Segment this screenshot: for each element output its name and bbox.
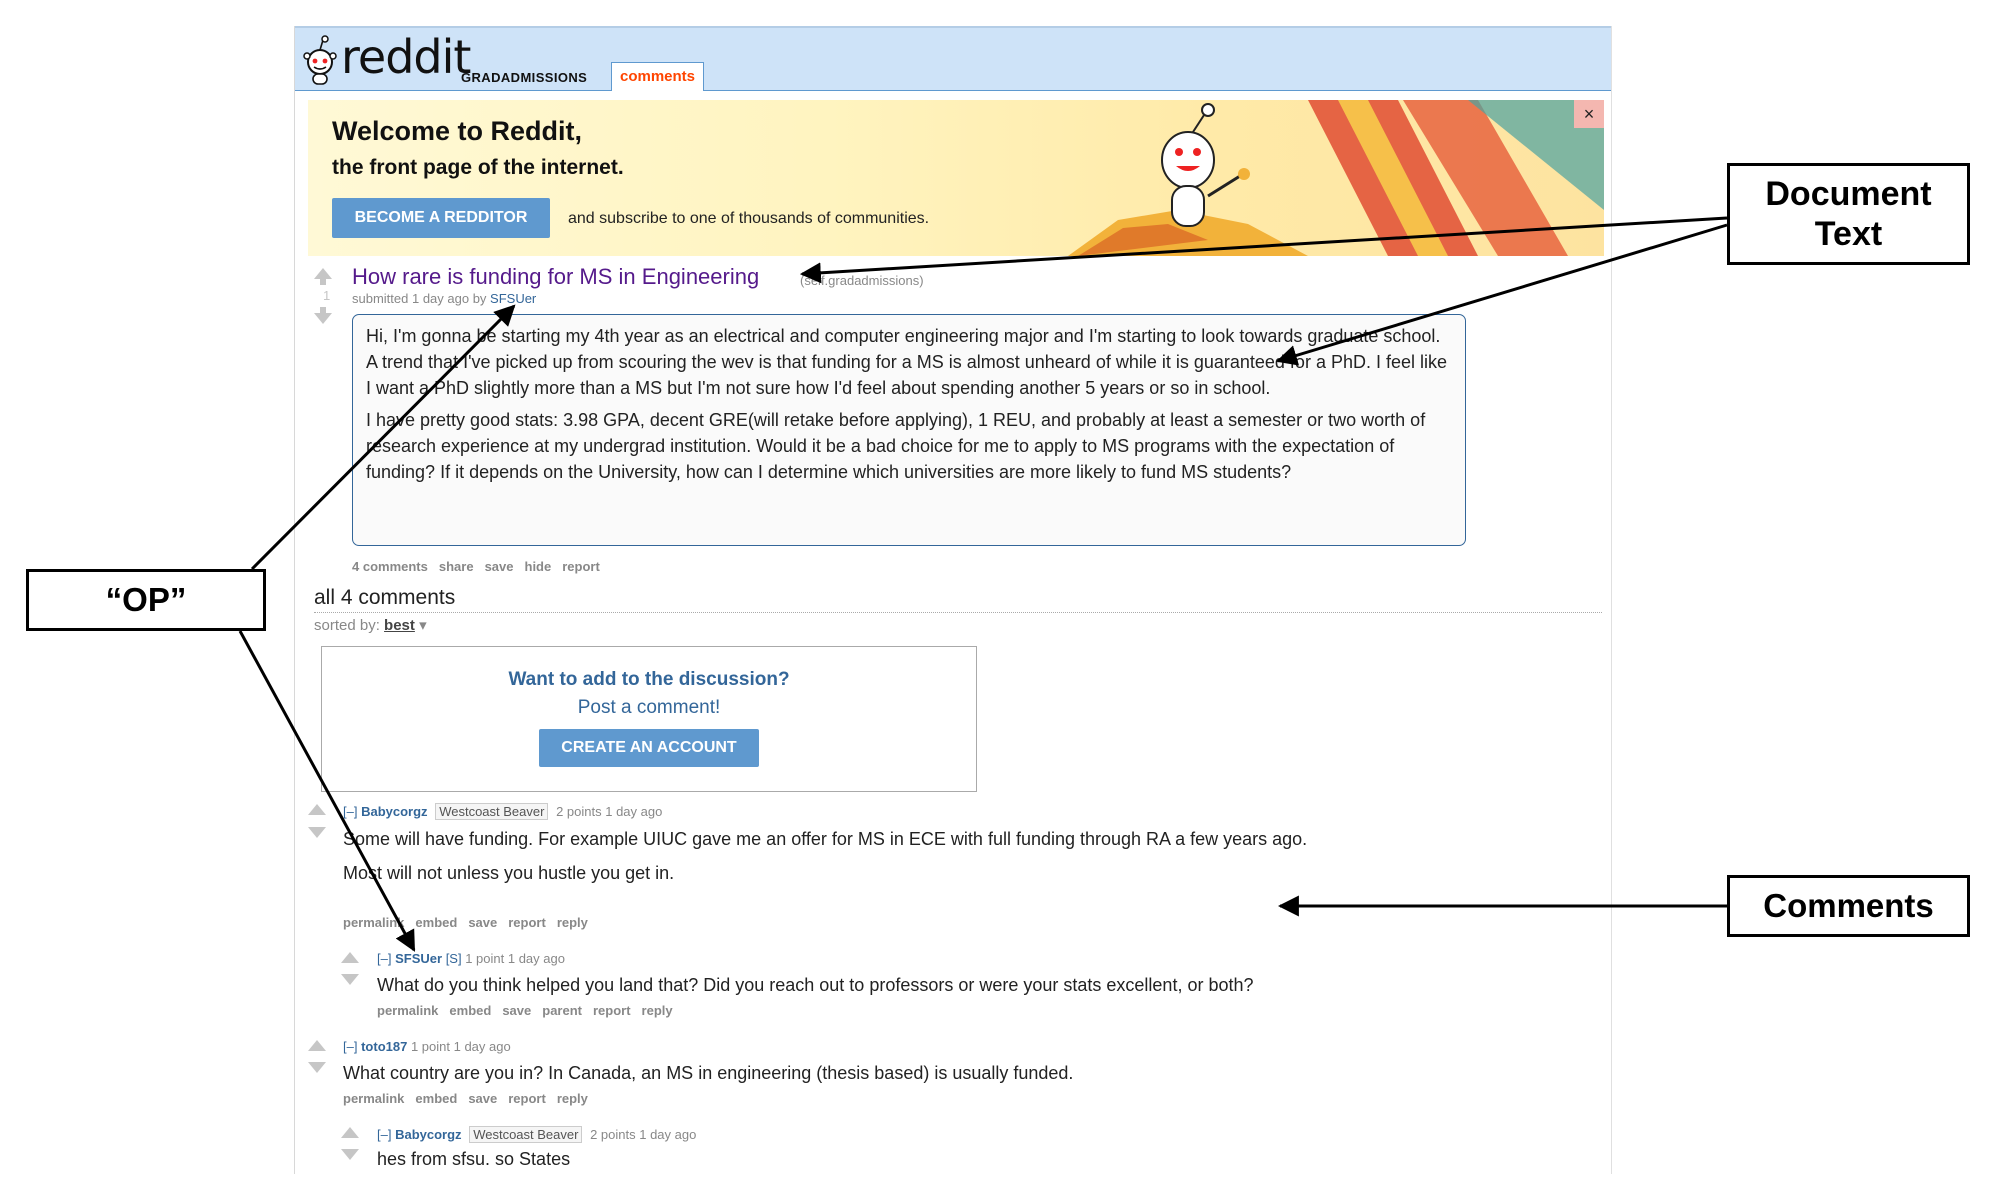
annotation-arrows [238,216,1728,952]
arrow-to-selftext [1275,223,1728,366]
arrow-to-op-author [250,304,516,571]
arrow-to-op-comment [238,630,416,952]
